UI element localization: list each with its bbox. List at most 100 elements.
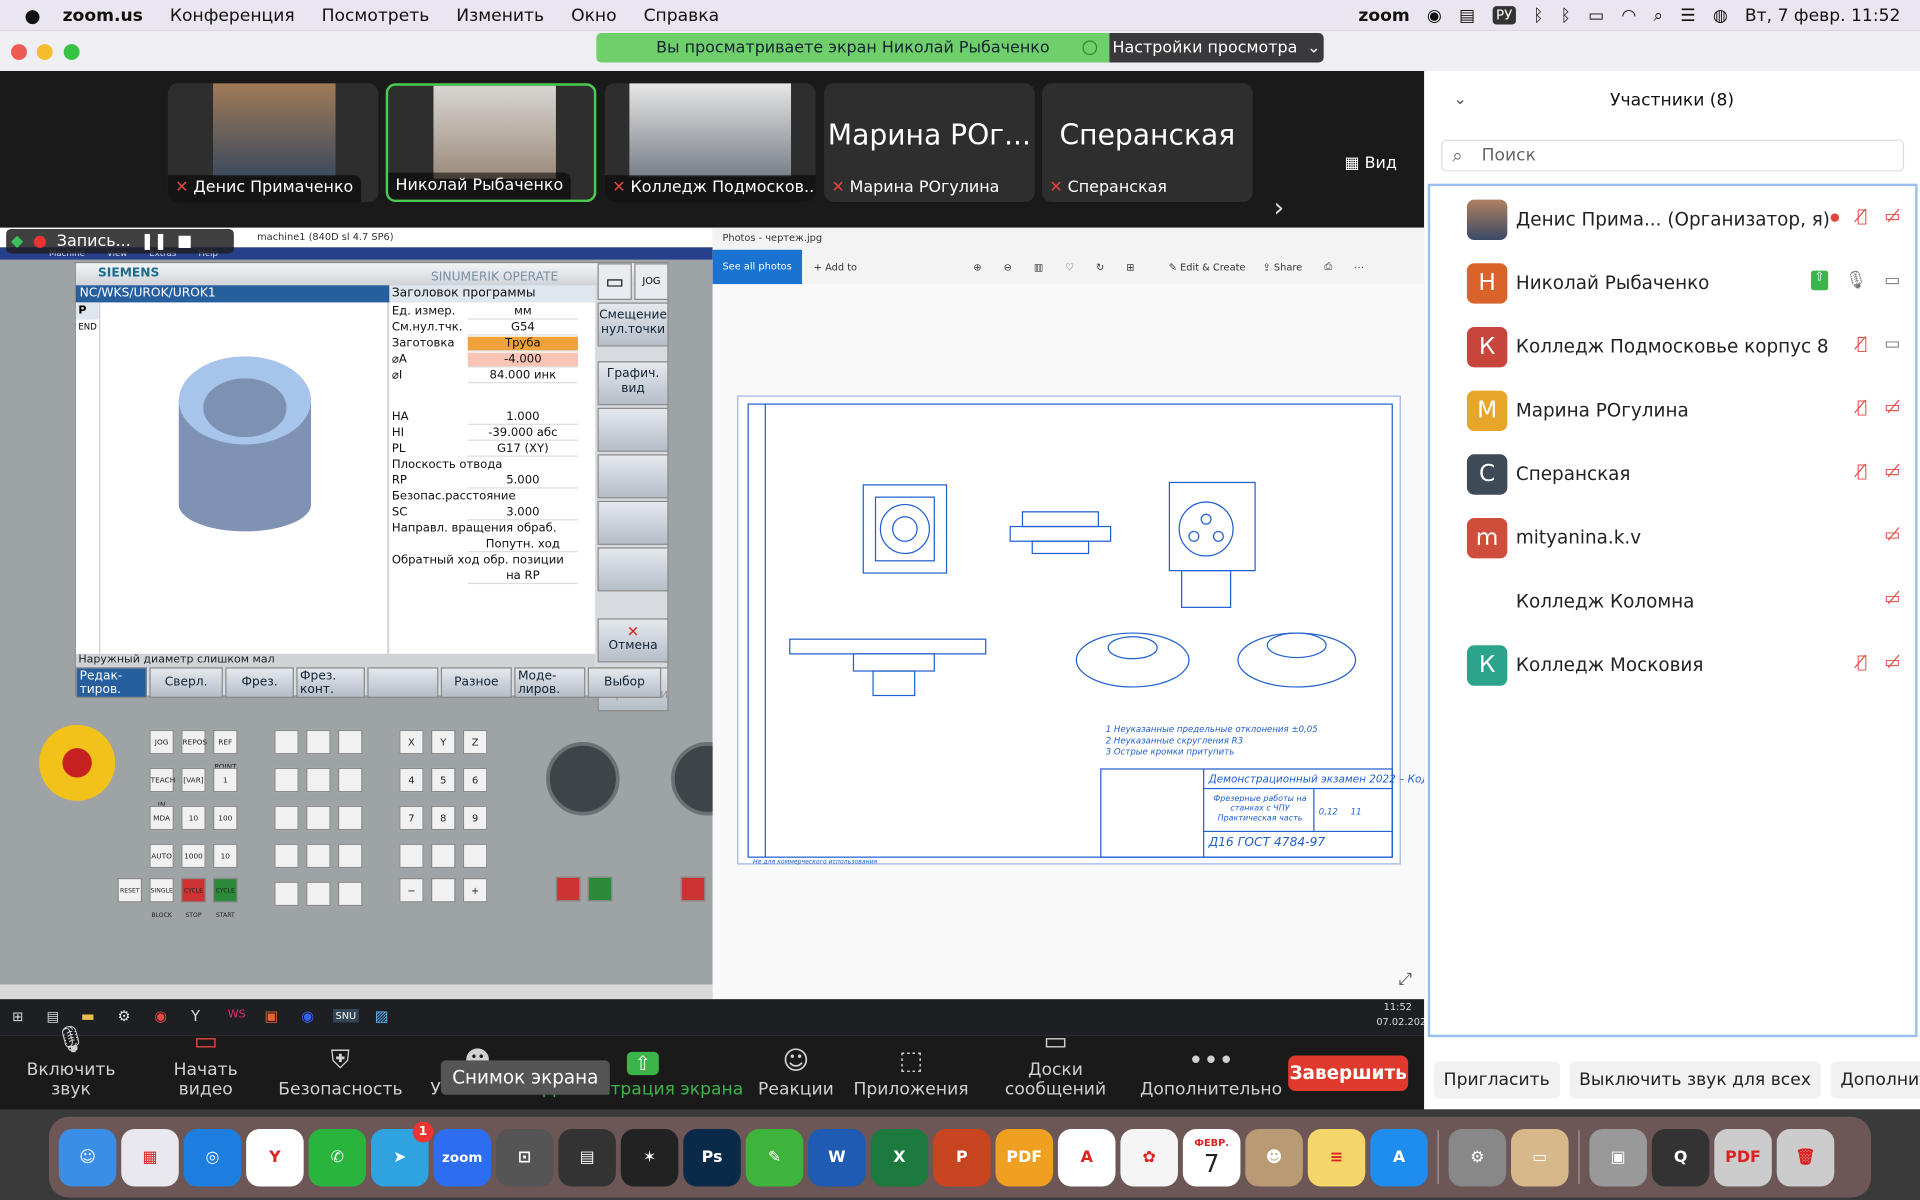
participant-search-input[interactable]: ⌕ Поиск xyxy=(1441,139,1905,172)
sinumerik-taskbar-icon[interactable]: SNU xyxy=(333,1008,359,1023)
param-value-field[interactable]: 3.000 xyxy=(467,505,578,521)
dock-safari-icon[interactable]: ◎ xyxy=(183,1128,242,1186)
menubar-clock[interactable]: Вт, 7 февр. 11:52 xyxy=(1745,6,1900,26)
workpiece-3d-view[interactable] xyxy=(100,302,387,654)
minimize-window-icon[interactable] xyxy=(36,44,53,61)
vertical-softkey-0[interactable]: Смещение нул.точки xyxy=(597,302,669,347)
horizontal-softkey-5[interactable]: Разное xyxy=(440,667,512,698)
reactions-button[interactable]: ☺ Реакции xyxy=(749,1036,842,1109)
param-value-field[interactable]: -39.000 абс xyxy=(467,426,578,441)
blank-key[interactable] xyxy=(306,729,331,755)
print-icon[interactable]: ⎙ xyxy=(1324,261,1332,273)
machine-key[interactable]: REF POINT xyxy=(213,729,238,771)
next-page-arrow-icon[interactable]: › xyxy=(1273,193,1284,224)
keyboard-language[interactable]: РУ xyxy=(1492,6,1517,25)
blank-key[interactable] xyxy=(306,805,331,831)
apps-button[interactable]: ⬚ Приложения xyxy=(854,1036,969,1109)
participant-row[interactable]: Денис Прима... (Организатор, я) ● 🎙̸ ▭̸ xyxy=(1430,187,1915,251)
view-settings-button[interactable]: Настройки просмотра ⌄ xyxy=(1109,33,1324,63)
rotate-icon[interactable]: ↻ xyxy=(1096,261,1104,272)
dock-calendar-icon[interactable]: ФЕВР. 7 xyxy=(1182,1128,1241,1186)
video-off-icon[interactable]: ▭̸ xyxy=(1884,398,1900,418)
dock-finder-icon[interactable]: ☺ xyxy=(58,1128,117,1186)
video-thumb-marina[interactable]: Марина РОг... ✕ Марина РОгулина xyxy=(824,83,1035,203)
siri-icon[interactable]: ◍ xyxy=(1713,6,1728,26)
video-off-icon[interactable]: ▭̸ xyxy=(1884,462,1900,482)
horizontal-softkey-1[interactable]: Сверл. xyxy=(149,667,223,698)
axis-key[interactable]: 5 xyxy=(431,767,456,793)
jog-mode-icon[interactable]: JOG xyxy=(634,263,669,301)
pause-icon[interactable]: ❚❚ xyxy=(141,232,168,250)
machine-key[interactable]: AUTO xyxy=(149,843,174,869)
zoom-in-icon[interactable]: ⊕ xyxy=(973,261,981,272)
mic-on-icon[interactable]: 🎙 xyxy=(1845,271,1867,291)
start-video-button[interactable]: ▭ Начать видео xyxy=(147,1026,265,1109)
dock-launchpad-icon[interactable]: ▦ xyxy=(121,1128,179,1186)
axis-key[interactable]: X xyxy=(399,729,424,755)
participant-row[interactable]: m mityanina.k.v ▭̸ xyxy=(1430,506,1915,570)
wallet-icon[interactable]: ▤ xyxy=(1459,6,1475,26)
dock-app-store-icon[interactable]: A xyxy=(1370,1128,1428,1186)
vertical-softkey-5[interactable] xyxy=(597,547,669,592)
machine-key[interactable]: REPOS xyxy=(181,729,207,755)
param-value-field[interactable]: Попутн. ход xyxy=(467,537,578,553)
vertical-softkey-1[interactable]: Графич. вид xyxy=(597,361,669,406)
video-off-icon[interactable]: ▭̸ xyxy=(1884,207,1900,229)
blank-key[interactable] xyxy=(337,805,363,831)
technical-drawing[interactable]: 1 Неуказанные предельные отклонения ±0,0… xyxy=(737,395,1448,866)
dock-yandex-icon[interactable]: Y xyxy=(246,1128,304,1186)
blank-key[interactable] xyxy=(399,843,424,869)
spindle-key[interactable] xyxy=(555,876,581,902)
vertical-softkey-2[interactable] xyxy=(597,407,669,452)
param-value-field[interactable]: 5.000 xyxy=(467,473,578,489)
bluetooth-alt-icon[interactable]: ᛒ xyxy=(1561,6,1571,26)
participant-row[interactable]: Н Николай Рыбаченко ⇧ 🎙 ▭ xyxy=(1430,251,1915,315)
blank-key[interactable] xyxy=(274,767,299,793)
param-value-field[interactable]: Труба xyxy=(467,336,578,352)
dock-photos-icon[interactable]: ✿ xyxy=(1120,1128,1178,1186)
video-on-icon[interactable]: ▭ xyxy=(1884,334,1900,354)
horizontal-softkey-6[interactable]: Моде-лиров. xyxy=(514,667,586,698)
task-view-icon[interactable]: ▤ xyxy=(47,1009,60,1025)
menu-conference[interactable]: Конференция xyxy=(170,6,295,26)
delete-icon[interactable]: ▥ xyxy=(1034,261,1043,272)
spindle-key[interactable] xyxy=(680,876,706,902)
param-value-field[interactable]: мм xyxy=(467,304,578,320)
axis-key[interactable]: 8 xyxy=(431,805,456,831)
emergency-stop-button[interactable] xyxy=(39,724,116,801)
stop-icon[interactable]: ■ xyxy=(177,232,192,250)
blank-key[interactable] xyxy=(462,843,488,869)
dock-zoom-icon[interactable]: zoom xyxy=(433,1128,492,1186)
machine-key[interactable]: MDA xyxy=(149,805,174,831)
param-value-field[interactable]: 84.000 инк xyxy=(467,368,578,384)
yandex-icon[interactable]: Y xyxy=(191,1008,200,1025)
unmute-button[interactable]: 🎙 Включить звук xyxy=(10,1025,132,1109)
machine-key[interactable]: 1000 xyxy=(181,843,206,869)
video-thumb-college[interactable]: ✕ Колледж Подмосков... xyxy=(604,83,816,203)
dock-word-icon[interactable]: W xyxy=(808,1128,866,1186)
favorite-icon[interactable]: ♡ xyxy=(1065,261,1074,272)
edit-create-button[interactable]: ✎ Edit & Create xyxy=(1169,261,1246,272)
machine-key[interactable]: [VAR] xyxy=(181,767,206,793)
vertical-softkey-4[interactable] xyxy=(597,500,669,545)
security-button[interactable]: ⛨ Безопасность xyxy=(278,1036,402,1109)
mic-off-icon[interactable]: 🎙̸ xyxy=(1857,398,1867,418)
dock-claquette-icon[interactable]: ✶ xyxy=(620,1128,679,1186)
zoom-status-brand[interactable]: zoom xyxy=(1358,6,1409,26)
wifi-icon[interactable]: ◠ xyxy=(1621,6,1636,26)
block-p[interactable]: P xyxy=(75,302,100,320)
machine-key[interactable]: CYCLE START xyxy=(213,877,238,920)
axis-key[interactable]: − xyxy=(399,877,424,903)
video-thumb-denis[interactable]: ✕ Денис Примаченко xyxy=(167,83,379,203)
video-thumb-nikolay[interactable]: Николай Рыбаченко xyxy=(385,83,597,203)
more-icon[interactable]: ⋯ xyxy=(1354,261,1364,272)
blank-key[interactable] xyxy=(274,881,299,907)
video-off-icon[interactable]: ▭̸ xyxy=(1884,525,1900,545)
mic-off-icon[interactable]: 🎙̸ xyxy=(1857,207,1867,229)
axis-key[interactable]: 7 xyxy=(399,805,424,831)
blank-key[interactable] xyxy=(274,805,299,831)
search-icon[interactable]: ⌕ xyxy=(1654,6,1664,26)
axis-key[interactable]: + xyxy=(462,877,488,903)
video-thumb-speranskaya[interactable]: Сперанская ✕ Сперанская xyxy=(1042,83,1253,203)
see-all-photos-button[interactable]: See all photos xyxy=(712,249,802,285)
